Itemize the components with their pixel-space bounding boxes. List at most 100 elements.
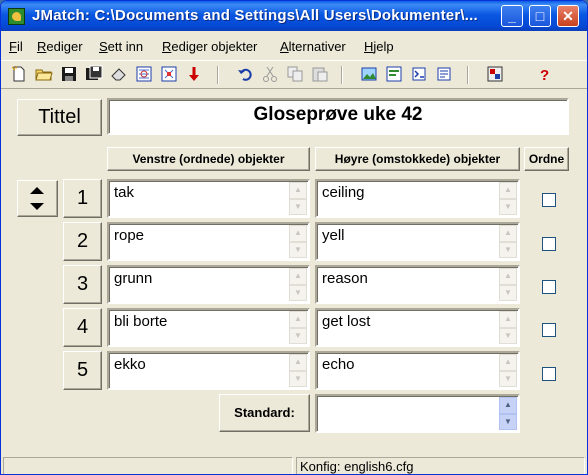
spin-up-icon[interactable]: ▲ <box>289 311 307 328</box>
menu-sett-inn-mnemonic: S <box>99 39 108 54</box>
cut-icon[interactable] <box>260 65 280 85</box>
export-arrow-icon[interactable] <box>184 65 204 85</box>
scroll-up-arrow-icon[interactable] <box>30 187 44 194</box>
window-title: JMatch: C:\Documents and Settings\All Us… <box>32 7 478 24</box>
spin-down-icon[interactable]: ▼ <box>289 327 307 344</box>
left-column-header[interactable]: Venstre (ordnede) objekter <box>107 147 310 171</box>
left-item-spinner[interactable]: ▲ ▼ <box>289 311 307 344</box>
fixed-column-header[interactable]: Ordne <box>524 147 569 171</box>
spin-down-icon[interactable]: ▼ <box>499 327 517 344</box>
spin-up-icon[interactable]: ▲ <box>289 268 307 285</box>
spin-up-icon[interactable]: ▲ <box>289 354 307 371</box>
left-item-spinner[interactable]: ▲ ▼ <box>289 268 307 301</box>
right-item-spinner[interactable]: ▲ ▼ <box>499 354 517 387</box>
open-folder-icon[interactable] <box>34 65 54 85</box>
menu-fil[interactable]: Fil <box>9 39 23 54</box>
spin-down-icon[interactable]: ▼ <box>499 413 517 430</box>
row-number-button[interactable]: 3 <box>63 265 102 304</box>
menu-rediger[interactable]: Rediger <box>37 39 83 54</box>
eraser-icon[interactable] <box>109 65 129 85</box>
new-file-icon[interactable] <box>9 65 29 85</box>
left-item-input[interactable]: grunn ▲ ▼ <box>107 265 310 304</box>
status-bar: Konfig: english6.cfg <box>1 455 587 474</box>
title-bar[interactable]: JMatch: C:\Documents and Settings\All Us… <box>1 1 587 31</box>
add-picture-icon[interactable] <box>359 65 379 85</box>
save-as-icon[interactable] <box>84 65 104 85</box>
right-item-spinner[interactable]: ▲ ▼ <box>499 311 517 344</box>
standard-button[interactable]: Standard: <box>219 394 310 432</box>
menu-rediger-objekter[interactable]: Rediger objekter <box>162 39 257 54</box>
copy-icon[interactable] <box>285 65 305 85</box>
right-item-spinner[interactable]: ▲ ▼ <box>499 182 517 215</box>
row-number-button[interactable]: 2 <box>63 222 102 261</box>
spin-down-icon[interactable]: ▼ <box>499 370 517 387</box>
row-number-button[interactable]: 5 <box>63 351 102 390</box>
spin-down-icon[interactable]: ▼ <box>289 370 307 387</box>
right-item-input[interactable]: get lost ▲ ▼ <box>315 308 520 347</box>
create-web-page-icon[interactable] <box>134 65 154 85</box>
left-item-input[interactable]: ekko ▲ ▼ <box>107 351 310 390</box>
left-item-spinner[interactable]: ▲ ▼ <box>289 182 307 215</box>
paste-icon[interactable] <box>310 65 330 85</box>
spin-up-icon[interactable]: ▲ <box>289 225 307 242</box>
config-status-text: Konfig: english6.cfg <box>300 459 414 474</box>
menu-fil-mnemonic: F <box>9 39 17 54</box>
spin-down-icon[interactable]: ▼ <box>499 198 517 215</box>
menu-alternativer[interactable]: Alternativer <box>280 39 346 54</box>
undo-icon[interactable] <box>235 65 255 85</box>
spin-up-icon[interactable]: ▲ <box>499 182 517 199</box>
close-button[interactable]: ✕ <box>557 5 579 27</box>
right-item-input[interactable]: ceiling ▲ ▼ <box>315 179 520 218</box>
menu-hjelp[interactable]: Hjelp <box>364 39 394 54</box>
menu-rediger-objekter-mnemonic: R <box>162 39 172 54</box>
right-item-spinner[interactable]: ▲ ▼ <box>499 268 517 301</box>
right-item-input[interactable]: reason ▲ ▼ <box>315 265 520 304</box>
create-drag-drop-icon[interactable] <box>159 65 179 85</box>
standard-spinner[interactable]: ▲ ▼ <box>499 397 517 430</box>
left-item-input[interactable]: tak ▲ ▼ <box>107 179 310 218</box>
row-number-button[interactable]: 1 <box>63 179 102 218</box>
fixed-checkbox[interactable] <box>542 367 556 381</box>
right-column-header[interactable]: Høyre (omstokkede) objekter <box>315 147 520 171</box>
left-item-spinner[interactable]: ▲ ▼ <box>289 354 307 387</box>
spin-down-icon[interactable]: ▼ <box>289 284 307 301</box>
row-number-button[interactable]: 4 <box>63 308 102 347</box>
left-item-input[interactable]: bli borte ▲ ▼ <box>107 308 310 347</box>
fixed-checkbox[interactable] <box>542 280 556 294</box>
spin-down-icon[interactable]: ▼ <box>289 198 307 215</box>
right-item-spinner[interactable]: ▲ ▼ <box>499 225 517 258</box>
spin-up-icon[interactable]: ▲ <box>499 311 517 328</box>
fixed-checkbox[interactable] <box>542 193 556 207</box>
toolbar-separator <box>341 66 343 84</box>
spin-up-icon[interactable]: ▲ <box>499 354 517 371</box>
add-link-icon[interactable] <box>384 65 404 85</box>
spin-up-icon[interactable]: ▲ <box>499 268 517 285</box>
spin-up-icon[interactable]: ▲ <box>289 182 307 199</box>
right-item-input[interactable]: yell ▲ ▼ <box>315 222 520 261</box>
scroll-down-arrow-icon[interactable] <box>30 203 44 210</box>
save-icon[interactable] <box>59 65 79 85</box>
left-item-text: tak <box>114 184 135 201</box>
right-item-input[interactable]: echo ▲ ▼ <box>315 351 520 390</box>
spin-down-icon[interactable]: ▼ <box>499 284 517 301</box>
title-input[interactable]: Gloseprøve uke 42 <box>107 98 569 135</box>
fixed-checkbox[interactable] <box>542 323 556 337</box>
menu-sett-inn[interactable]: Sett inn <box>99 39 143 54</box>
spin-up-icon[interactable]: ▲ <box>499 397 517 414</box>
fixed-checkbox[interactable] <box>542 237 556 251</box>
config-icon[interactable] <box>485 65 505 85</box>
jmatch-app-icon[interactable] <box>8 8 25 25</box>
left-item-spinner[interactable]: ▲ ▼ <box>289 225 307 258</box>
standard-input[interactable]: ▲ ▼ <box>315 394 520 433</box>
options-icon[interactable] <box>409 65 429 85</box>
feedback-icon[interactable] <box>434 65 454 85</box>
maximize-button[interactable]: □ <box>529 5 551 27</box>
menu-bar: Fil Rediger Sett inn Rediger objekter Al… <box>1 31 587 60</box>
spin-up-icon[interactable]: ▲ <box>499 225 517 242</box>
minimize-button[interactable]: _ <box>501 5 523 27</box>
spin-down-icon[interactable]: ▼ <box>289 241 307 258</box>
spin-down-icon[interactable]: ▼ <box>499 241 517 258</box>
left-item-input[interactable]: rope ▲ ▼ <box>107 222 310 261</box>
title-button[interactable]: Tittel <box>17 99 102 136</box>
help-icon[interactable]: ? <box>534 65 554 85</box>
